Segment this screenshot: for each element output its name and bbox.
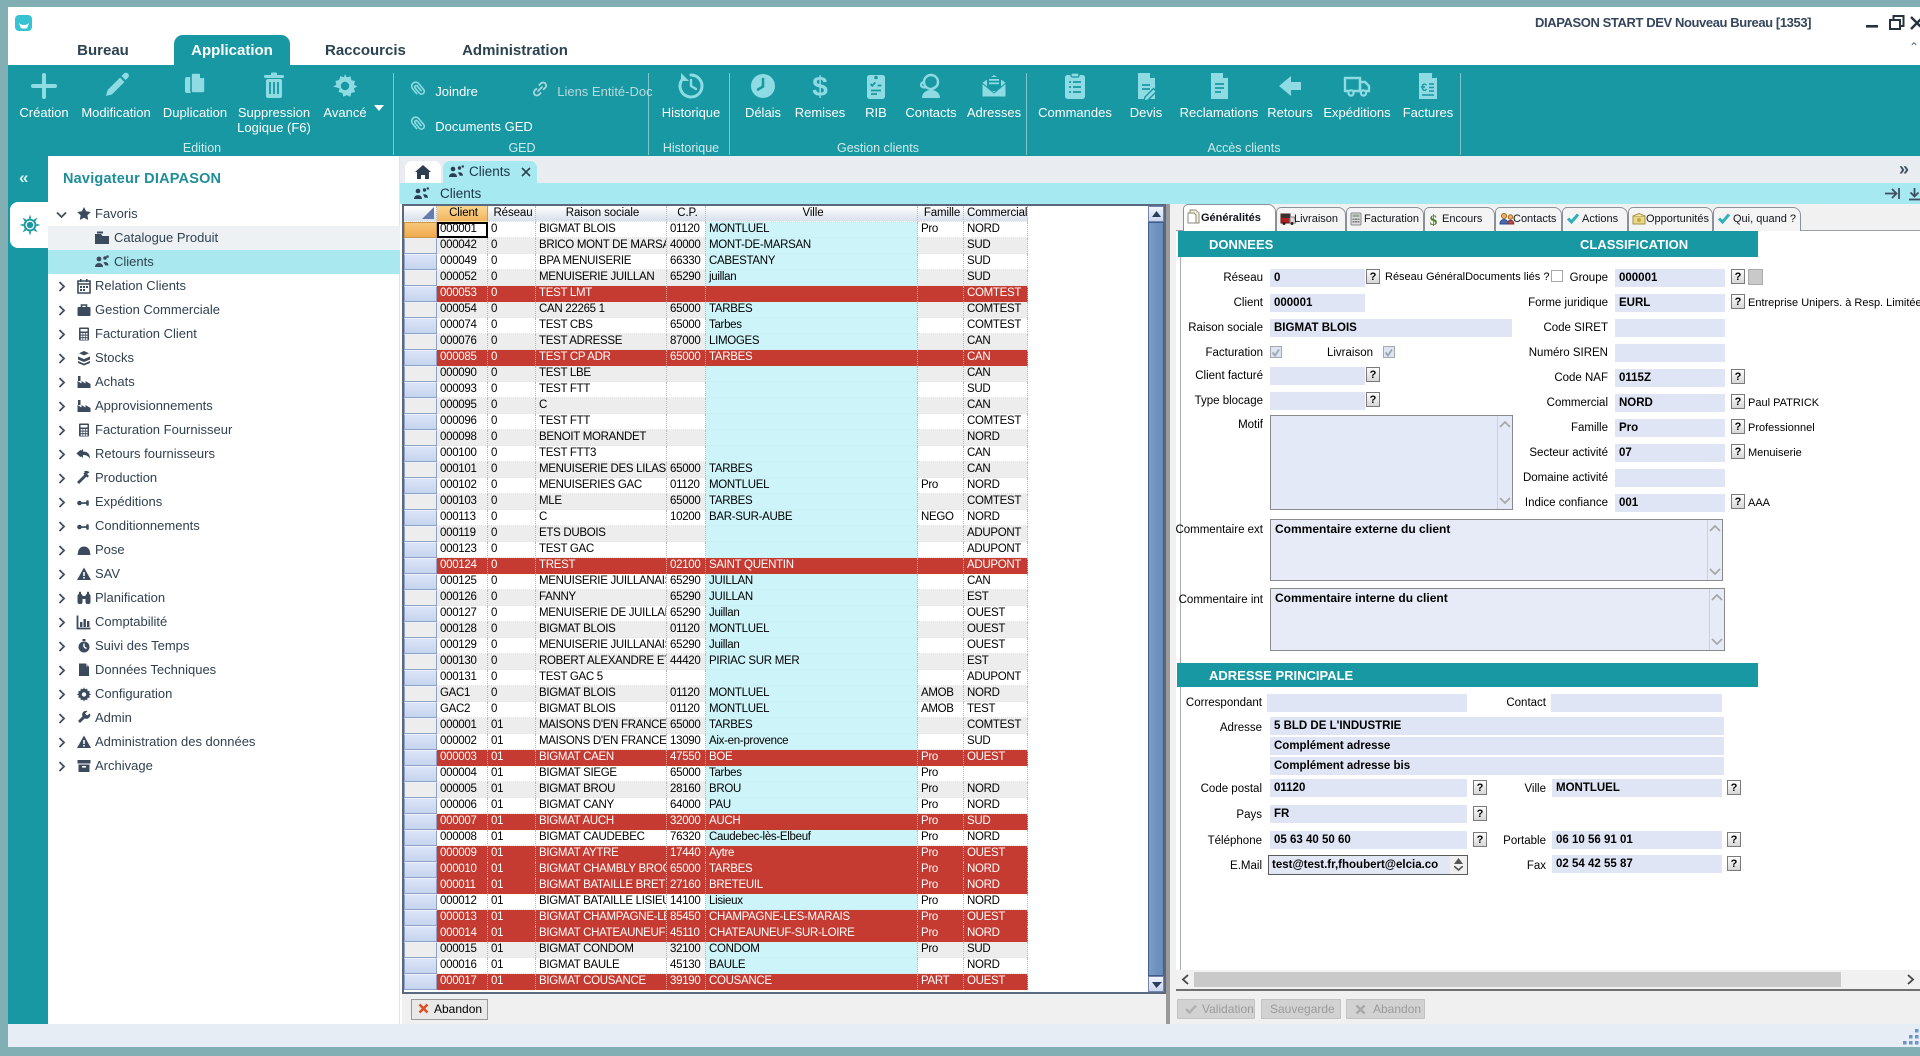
svg-text:€: € — [1421, 82, 1427, 94]
svg-text:$: $ — [1430, 213, 1438, 227]
svg-text:$: $ — [812, 71, 828, 101]
